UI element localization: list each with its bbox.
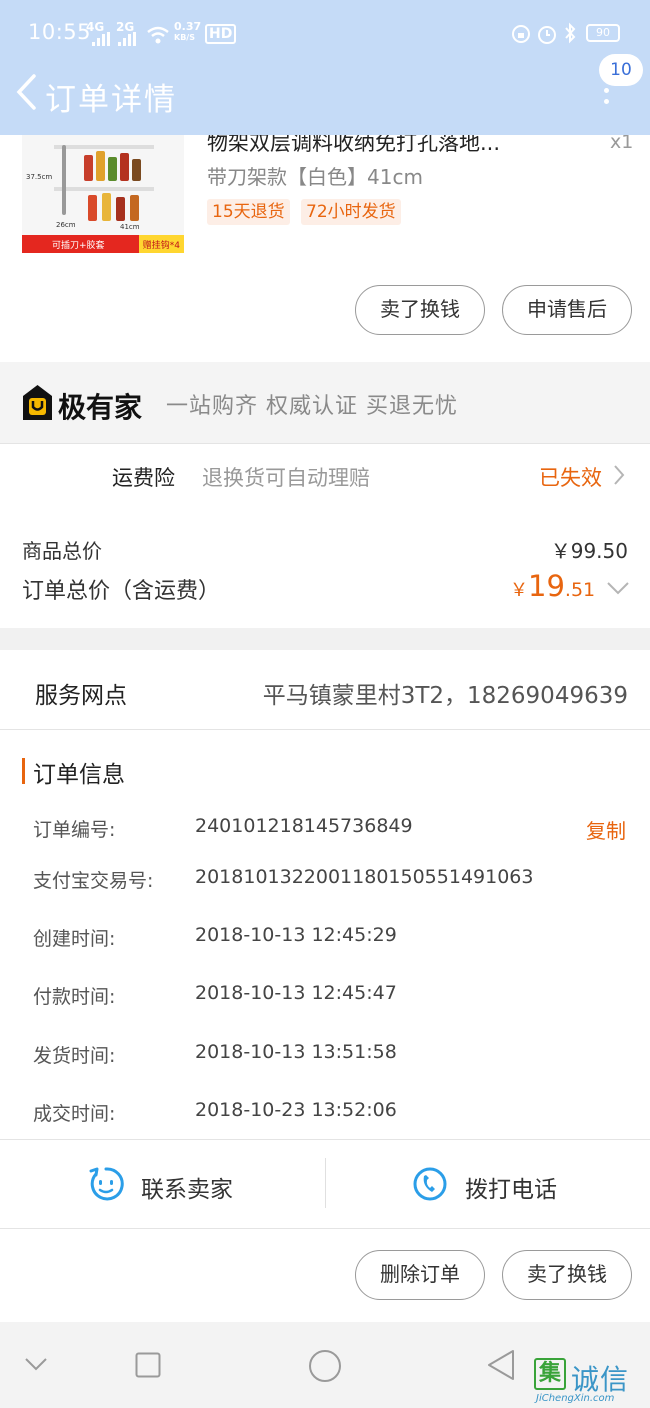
- shipped-time-value: 2018-10-13 13:51:58: [195, 1041, 397, 1063]
- image-dim-width: 41cm: [120, 223, 140, 231]
- signal-bars-icon-2: [118, 32, 136, 46]
- page-title: 订单详情: [45, 82, 177, 118]
- sell-for-cash-button[interactable]: 卖了换钱: [355, 285, 485, 335]
- hd-icon: HD: [205, 24, 237, 44]
- brand-slogan: 一站购齐 权威认证 买退无忧: [166, 394, 458, 419]
- order-total-label: 订单总价（含运费）: [22, 579, 221, 604]
- message-count-badge[interactable]: 10: [599, 54, 643, 86]
- service-point-row: 服务网点 平马镇蒙里村3T2，18269049639: [0, 650, 650, 730]
- image-caption-left: 可插刀+胶套: [52, 241, 105, 251]
- goods-total-value: ￥99.50: [550, 539, 628, 563]
- order-total-value: ￥19.51: [510, 569, 595, 603]
- bottom-action-bar: 删除订单 卖了换钱: [0, 1230, 650, 1322]
- battery-icon: 90: [586, 24, 620, 42]
- image-caption-gift: 赠挂钩*4: [138, 235, 184, 253]
- insurance-status: 已失效: [539, 466, 602, 490]
- completed-time-label: 成交时间:: [33, 1103, 116, 1125]
- completed-time-value: 2018-10-23 13:52:06: [195, 1099, 397, 1121]
- service-point-value: 平马镇蒙里村3T2，18269049639: [262, 683, 628, 709]
- image-dim-depth: 26cm: [56, 221, 76, 229]
- goods-total-label: 商品总价: [22, 539, 102, 563]
- shipping-tag: 72小时发货: [301, 199, 401, 225]
- apply-after-sale-button[interactable]: 申请售后: [502, 285, 632, 335]
- order-total-integer: 19: [528, 569, 565, 603]
- chevron-right-icon: [614, 465, 625, 485]
- lock-rotation-icon: [512, 25, 530, 43]
- nav-bar: 订单详情 10: [0, 54, 650, 122]
- net-speed: 0.37: [174, 20, 202, 33]
- sell-for-cash-button-bottom[interactable]: 卖了换钱: [502, 1250, 632, 1300]
- contact-bar: 联系卖家 拨打电话: [0, 1139, 650, 1229]
- home-circle-icon[interactable]: [308, 1349, 342, 1383]
- app-header: 10:55 4G 2G 0.37 KB/S HD 90 订单详情 10: [0, 0, 650, 135]
- shipped-time-label: 发货时间:: [33, 1045, 116, 1067]
- service-point-label: 服务网点: [35, 683, 127, 709]
- insurance-name: 运费险: [112, 466, 175, 490]
- call-phone-label: 拨打电话: [465, 1177, 557, 1203]
- order-total-decimal: .51: [564, 579, 596, 601]
- phone-icon: [413, 1167, 447, 1201]
- order-number-label: 订单编号:: [33, 819, 116, 841]
- product-image[interactable]: 37.5cm 26cm 41cm 可插刀+胶套 赠挂钩*4: [22, 135, 184, 253]
- status-time: 10:55: [28, 20, 92, 44]
- order-total-currency: ￥: [510, 580, 528, 601]
- more-menu-icon[interactable]: [604, 88, 610, 108]
- home-brand-logo-icon: [23, 385, 52, 420]
- back-triangle-icon[interactable]: [486, 1349, 516, 1381]
- copy-order-number-button[interactable]: 复制: [586, 815, 626, 844]
- order-number-value: 240101218145736849: [195, 815, 413, 837]
- bluetooth-icon: [565, 22, 576, 44]
- recent-apps-icon[interactable]: [135, 1352, 161, 1378]
- alipay-trade-label: 支付宝交易号:: [33, 870, 154, 892]
- watermark-text: 诚信: [571, 1363, 630, 1396]
- hide-nav-chevron-icon[interactable]: [24, 1356, 48, 1372]
- insurance-description: 退换货可自动理赔: [202, 466, 370, 490]
- alipay-trade-value: 2018101322001180150551491063: [195, 866, 534, 888]
- wifi-icon: [147, 26, 169, 44]
- return-tag: 15天退货: [207, 199, 290, 225]
- shipping-insurance-row[interactable]: 运费险 退换货可自动理赔 已失效: [0, 445, 650, 507]
- brand-name: 极有家: [58, 391, 143, 424]
- contact-seller-button[interactable]: 联系卖家: [0, 1140, 325, 1230]
- payment-time-value: 2018-10-13 12:45:47: [195, 982, 397, 1004]
- watermark-url: JiChengXin.com: [536, 1393, 615, 1404]
- section-accent-bar: [22, 758, 25, 784]
- created-time-value: 2018-10-13 12:45:29: [195, 924, 397, 946]
- status-bar: 10:55 4G 2G 0.37 KB/S HD 90: [0, 18, 650, 50]
- contact-seller-label: 联系卖家: [141, 1177, 233, 1203]
- order-info-title: 订单信息: [33, 762, 125, 788]
- image-dim-height: 37.5cm: [26, 173, 53, 181]
- watermark-logo-box: 集: [534, 1358, 566, 1390]
- site-watermark: 集 诚信 JiChengXin.com: [534, 1356, 646, 1406]
- product-card[interactable]: 37.5cm 26cm 41cm 可插刀+胶套 赠挂钩*4 物架双层调料收纳免打…: [0, 131, 650, 362]
- payment-time-label: 付款时间:: [33, 986, 116, 1008]
- section-divider: [0, 628, 650, 650]
- product-spec: 带刀架款【白色】41cm: [207, 165, 423, 189]
- call-phone-button[interactable]: 拨打电话: [326, 1140, 650, 1230]
- chevron-down-icon[interactable]: [606, 581, 630, 595]
- net-speed-unit: KB/S: [174, 33, 195, 42]
- chat-face-icon: [89, 1167, 124, 1201]
- brand-banner[interactable]: 极有家 一站购齐 权威认证 买退无忧: [0, 362, 650, 444]
- created-time-label: 创建时间:: [33, 928, 116, 950]
- image-caption-strip: 可插刀+胶套 赠挂钩*4: [22, 235, 184, 253]
- back-arrow-icon[interactable]: [14, 72, 40, 112]
- price-summary: 商品总价 ￥99.50 订单总价（含运费） ￥19.51: [0, 507, 650, 628]
- alarm-icon: [538, 26, 556, 44]
- delete-order-button[interactable]: 删除订单: [355, 1250, 485, 1300]
- signal-bars-icon: [92, 32, 110, 46]
- order-info-section: 订单信息 订单编号: 240101218145736849 复制 支付宝交易号:…: [0, 731, 650, 1139]
